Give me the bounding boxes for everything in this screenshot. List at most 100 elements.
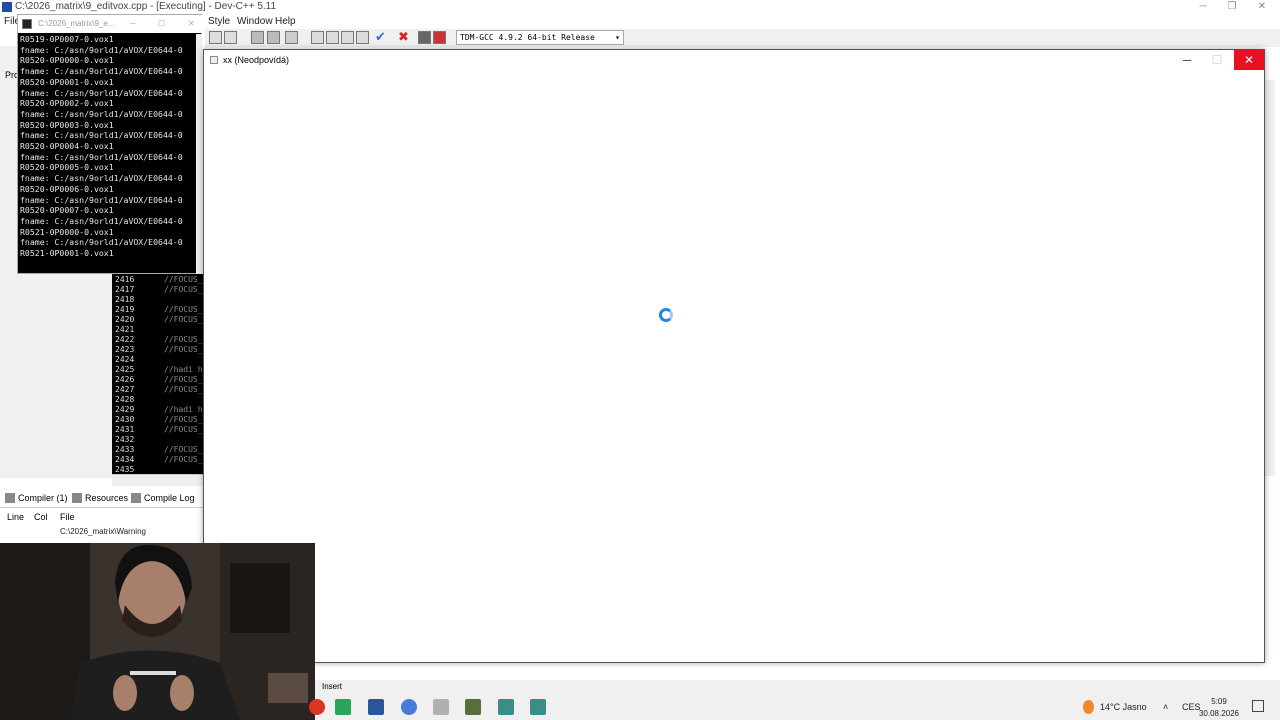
window-icon[interactable]: [326, 31, 339, 44]
console-line: R0520-0P0003-0.vox1: [20, 119, 114, 130]
app-window-icon[interactable]: [530, 699, 546, 715]
clock-time: 5:09: [1211, 697, 1227, 706]
editor-vertical-scrollbar[interactable]: [1265, 80, 1275, 476]
table-row[interactable]: C:\2026_matrix\Warning: [60, 527, 146, 536]
line-number: 2416: [115, 275, 135, 284]
app-window-title: xx (Neodpovídá): [223, 55, 290, 65]
console-maximize-icon[interactable]: ☐: [158, 15, 165, 33]
table-icon[interactable]: [341, 31, 354, 44]
toolbar-button[interactable]: [209, 31, 222, 44]
console-scrollbar[interactable]: [196, 34, 202, 274]
close-icon[interactable]: ✕: [1247, 0, 1277, 14]
menu-window[interactable]: Window: [237, 16, 273, 27]
tab-compile-log[interactable]: Compile Log: [131, 493, 195, 503]
code-line: //FOCUS_: [164, 385, 203, 394]
console-line: R0520-0P0001-0.vox1: [20, 76, 114, 87]
weather-text[interactable]: 14°C Jasno: [1100, 694, 1147, 720]
console-window[interactable]: C:\2026_matrix\9_e... ─ ☐ ✕ R0519-0P0007…: [17, 14, 203, 274]
chevron-up-icon[interactable]: ˄: [1163, 694, 1168, 720]
minimize-icon[interactable]: ─: [1172, 50, 1202, 70]
android-icon[interactable]: [335, 699, 351, 715]
insert-mode-status: Insert: [322, 682, 343, 691]
console-line: R0519-0P0007-0.vox1: [20, 34, 114, 44]
app-window[interactable]: xx (Neodpovídá) ─ ☐ ✕: [203, 49, 1265, 663]
restore-icon[interactable]: ❐: [1217, 0, 1247, 14]
console-titlebar: C:\2026_matrix\9_e... ─ ☐ ✕: [18, 15, 203, 33]
line-number: 2435: [115, 465, 135, 474]
code-line: //FOCUS_: [164, 275, 203, 284]
line-number: 2421: [115, 325, 135, 334]
code-editor[interactable]: 2416 //FOCUS_ 2417 //FOCUS_ 2418 2419 //FOCUS_…: [112, 274, 203, 474]
console-line: R0521-0P0000-0.vox1: [20, 226, 114, 237]
editor-horizontal-scrollbar[interactable]: [112, 474, 203, 486]
code-line: //FOCUS_: [164, 315, 203, 324]
console-line: fname: C:/asn/9orld1/aVOX/E0644-0: [20, 237, 183, 248]
close-button[interactable]: ✕: [1234, 50, 1264, 70]
chart-icon[interactable]: [418, 31, 431, 44]
code-line: //FOCUS_: [164, 425, 203, 434]
devcpp-icon[interactable]: [465, 699, 481, 715]
console-minimize-icon[interactable]: ─: [130, 15, 136, 33]
code-line: //FOCUS_: [164, 335, 203, 344]
log-icon: [131, 493, 141, 503]
app-red-icon[interactable]: [309, 699, 325, 715]
console-close-icon[interactable]: ✕: [188, 15, 195, 33]
loading-spinner-icon: [659, 308, 673, 322]
col-file: File: [60, 512, 75, 522]
compiler-select[interactable]: TDM-GCC 4.9.2 64-bit Release ▾: [456, 30, 624, 45]
console-line: fname: C:/asn/9orld1/aVOX/E0644-0: [20, 194, 183, 205]
line-number: 2427: [115, 385, 135, 394]
tab-compiler[interactable]: Compiler (1): [5, 493, 68, 503]
console-line: fname: C:/asn/9orld1/aVOX/E0644-0: [20, 66, 183, 77]
line-number: 2420: [115, 315, 135, 324]
back-icon[interactable]: [251, 31, 264, 44]
chrome-icon[interactable]: [401, 699, 417, 715]
code-line: //FOCUS_: [164, 345, 203, 354]
log-table-header: Line Col File: [0, 510, 203, 524]
bottom-tabs: Compiler (1) Resources Compile Log: [0, 490, 203, 508]
console-icon: [22, 19, 32, 29]
weather-icon[interactable]: [1083, 700, 1094, 714]
line-number: 2423: [115, 345, 135, 354]
tab-resources[interactable]: Resources: [72, 493, 128, 503]
line-number: 2431: [115, 425, 135, 434]
grid-icon[interactable]: [311, 31, 324, 44]
col-line: Line: [7, 512, 25, 522]
menu-style[interactable]: Style: [208, 16, 230, 27]
devcpp-toolbar: ✔ ✖: [205, 29, 1280, 47]
line-number: 2422: [115, 335, 135, 344]
app-window-icon: [210, 56, 218, 64]
notification-icon[interactable]: [1252, 700, 1264, 712]
forward-icon[interactable]: [267, 31, 280, 44]
menu-help[interactable]: Help: [275, 16, 296, 27]
console-line: fname: C:/asn/9orld1/aVOX/E0644-0: [20, 173, 183, 184]
line-number: 2428: [115, 395, 135, 404]
webcam-image: [0, 543, 315, 720]
bookmark-icon[interactable]: [285, 31, 298, 44]
terminal-icon[interactable]: [498, 699, 514, 715]
check-icon[interactable]: ✔: [375, 29, 386, 45]
console-output: R0519-0P0007-0.vox1 fname: C:/asn/9orld1/…: [20, 34, 200, 274]
chevron-down-icon: ▾: [615, 33, 620, 42]
console-line: R0520-0P0005-0.vox1: [20, 162, 114, 173]
toolbar-button[interactable]: [224, 31, 237, 44]
clock-date: 30.08.2026: [1198, 709, 1240, 718]
clock[interactable]: 5:09 30.08.2026: [1194, 694, 1244, 720]
explorer-icon[interactable]: [433, 699, 449, 715]
tab-compiler-label: Compiler (1): [18, 493, 68, 503]
maximize-icon[interactable]: ☐: [1202, 50, 1232, 70]
line-number: 2434: [115, 455, 135, 464]
word-icon[interactable]: [368, 699, 384, 715]
console-line: fname: C:/asn/9orld1/aVOX/E0644-0: [20, 44, 183, 55]
line-number: 2426: [115, 375, 135, 384]
debug-icon[interactable]: [433, 31, 446, 44]
minimize-icon[interactable]: ─: [1188, 0, 1218, 14]
stop-icon[interactable]: ✖: [398, 29, 409, 45]
line-number: 2418: [115, 295, 135, 304]
devcpp-window-title: C:\2026_matrix\9_editvox.cpp - [Executin…: [15, 1, 277, 12]
line-number: 2430: [115, 415, 135, 424]
compiler-icon: [5, 493, 15, 503]
devcpp-titlebar: C:\2026_matrix\9_editvox.cpp - [Executin…: [0, 0, 1280, 14]
tiles-icon[interactable]: [356, 31, 369, 44]
devcpp-statusbar: Insert: [315, 680, 1280, 694]
